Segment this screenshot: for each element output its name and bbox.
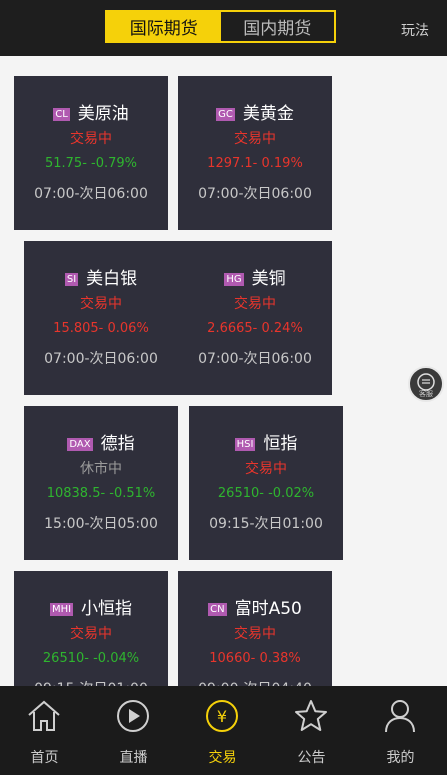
trading-hours: 07:00-次日06:00	[198, 186, 312, 202]
card-title: CL 美原油	[14, 99, 168, 124]
trading-status: 交易中	[70, 626, 112, 642]
last-price: 10838.5	[46, 486, 101, 501]
nav-live-label: 直播	[119, 750, 148, 766]
card-title: HSI 恒指	[189, 429, 343, 454]
change-percent: 0.06%	[107, 321, 149, 336]
futures-card-dax[interactable]: DAX 德指 休市中 10838.5- -0.51% 15:00-次日05:00	[24, 406, 178, 560]
home-icon	[28, 700, 60, 731]
product-name: 小恒指	[81, 599, 133, 619]
star-icon	[295, 700, 327, 731]
last-price: 15.805	[53, 321, 99, 336]
nav-announcements-label: 公告	[297, 750, 326, 766]
product-name: 恒指	[263, 434, 298, 454]
yuan-icon: ¥	[206, 700, 238, 732]
last-price: 1297.1	[207, 156, 253, 171]
futures-card-hg[interactable]: HG 美铜 交易中 2.6665- 0.24% 07:00-次日06:00	[178, 241, 332, 395]
product-code-badge: DAX	[67, 438, 93, 451]
price-quote: 15.805- 0.06%	[53, 321, 149, 336]
price-quote: 26510- -0.02%	[217, 486, 315, 501]
futures-card-si[interactable]: SI 美白银 交易中 15.805- 0.06% 07:00-次日06:00	[24, 241, 178, 395]
nav-trade[interactable]: ¥ 交易	[178, 686, 267, 775]
nav-trade-label: 交易	[208, 750, 237, 766]
product-code-badge: GC	[216, 108, 235, 121]
trading-status: 交易中	[80, 296, 122, 312]
trading-status: 交易中	[234, 131, 276, 147]
card-title: CN 富时A50	[178, 594, 332, 619]
futures-card-cl[interactable]: CL 美原油 交易中 51.75- -0.79% 07:00-次日06:00	[14, 76, 168, 230]
price-quote: 10660- 0.38%	[209, 651, 301, 666]
product-name: 德指	[100, 434, 135, 454]
play-icon	[117, 700, 149, 732]
change-percent: 0.19%	[261, 156, 303, 171]
last-price: 51.75	[44, 156, 83, 171]
nav-live[interactable]: 直播	[89, 686, 178, 775]
last-price: 26510	[42, 651, 85, 666]
nav-home-label: 首页	[30, 750, 59, 766]
price-quote: 2.6665- 0.24%	[207, 321, 303, 336]
product-name: 富时A50	[234, 599, 302, 619]
nav-profile[interactable]: 我的	[356, 686, 445, 775]
nav-profile-label: 我的	[386, 750, 415, 766]
trading-status: 交易中	[234, 296, 276, 312]
change-percent: 0.38%	[259, 651, 301, 666]
nav-announcements[interactable]: 公告	[267, 686, 356, 775]
trading-status: 交易中	[245, 461, 287, 477]
card-title: DAX 德指	[24, 429, 178, 454]
tab-international-futures[interactable]: 国际期货	[107, 12, 221, 41]
bottom-nav: 首页 直播 ¥ 交易 公告 我的	[0, 686, 447, 775]
product-code-badge: SI	[64, 273, 79, 286]
product-name: 美原油	[77, 104, 129, 124]
price-quote: 26510- -0.04%	[42, 651, 140, 666]
trading-hours: 07:00-次日06:00	[198, 351, 312, 367]
trading-hours: 07:00-次日06:00	[34, 186, 148, 202]
product-code-badge: MHI	[49, 603, 74, 616]
change-percent: -0.79%	[91, 156, 138, 171]
product-name: 美黄金	[242, 104, 294, 124]
tab-domestic-futures[interactable]: 国内期货	[220, 12, 334, 41]
change-percent: -0.04%	[93, 651, 140, 666]
product-code-badge: CN	[208, 603, 227, 616]
trading-hours: 07:00-次日06:00	[44, 351, 158, 367]
customer-service-button[interactable]: 客服	[408, 366, 444, 402]
product-code-badge: HG	[224, 273, 244, 286]
user-icon	[385, 700, 415, 733]
price-quote: 10838.5- -0.51%	[46, 486, 156, 501]
price-quote: 51.75- -0.79%	[44, 156, 138, 171]
product-name: 美铜	[251, 269, 286, 289]
price-quote: 1297.1- 0.19%	[207, 156, 303, 171]
trading-status: 交易中	[234, 626, 276, 642]
futures-card-hsi[interactable]: HSI 恒指 交易中 26510- -0.02% 09:15-次日01:00	[189, 406, 343, 560]
trading-status: 交易中	[70, 131, 112, 147]
product-code-badge: CL	[53, 108, 70, 121]
change-percent: 0.24%	[261, 321, 303, 336]
last-price: 10660	[209, 651, 251, 666]
card-title: SI 美白银	[24, 264, 178, 289]
card-title: GC 美黄金	[178, 99, 332, 124]
nav-home[interactable]: 首页	[0, 686, 89, 775]
svg-text:¥: ¥	[217, 707, 227, 726]
trading-status: 休市中	[80, 461, 122, 477]
futures-card-gc[interactable]: GC 美黄金 交易中 1297.1- 0.19% 07:00-次日06:00	[178, 76, 332, 230]
top-bar: 国际期货 国内期货 玩法	[0, 0, 447, 56]
card-title: HG 美铜	[178, 264, 332, 289]
product-code-badge: HSI	[234, 438, 256, 451]
trading-hours: 09:15-次日01:00	[209, 516, 323, 532]
market-switch: 国际期货 国内期货	[105, 10, 336, 43]
trading-hours: 15:00-次日05:00	[44, 516, 158, 532]
card-title: MHI 小恒指	[14, 594, 168, 619]
product-name: 美白银	[86, 269, 138, 289]
last-price: 2.6665	[207, 321, 253, 336]
last-price: 26510	[217, 486, 260, 501]
rules-link[interactable]: 玩法	[401, 20, 429, 40]
change-percent: -0.51%	[109, 486, 156, 501]
customer-service-label: 客服	[419, 390, 433, 398]
change-percent: -0.02%	[268, 486, 315, 501]
